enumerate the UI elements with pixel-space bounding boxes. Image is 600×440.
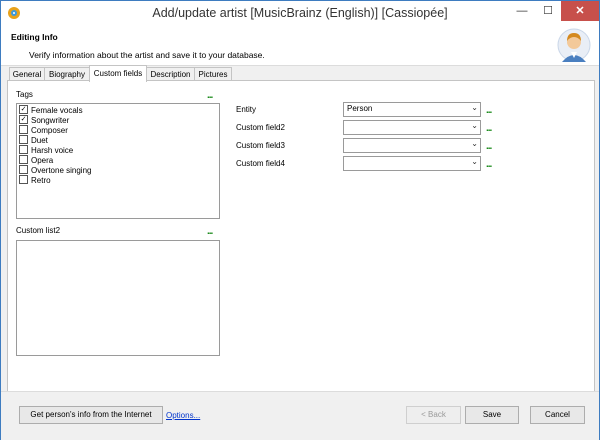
tag-label: Overtone singing bbox=[31, 166, 92, 175]
entity-value: Person bbox=[347, 104, 373, 113]
maximize-button[interactable]: ☐ bbox=[535, 1, 561, 21]
chevron-down-icon[interactable]: ⌄ bbox=[471, 121, 478, 130]
header-title: Editing Info bbox=[11, 32, 58, 42]
custom-field3-label: Custom field3 bbox=[236, 141, 285, 150]
tag-label: Female vocals bbox=[31, 106, 83, 115]
tag-checkbox[interactable] bbox=[19, 145, 28, 155]
tag-label: Songwriter bbox=[31, 116, 70, 125]
custom-field3-more-button[interactable]: ... bbox=[486, 142, 492, 152]
chevron-down-icon[interactable]: ⌄ bbox=[471, 103, 478, 112]
options-link[interactable]: Options... bbox=[166, 411, 200, 420]
tags-more-button[interactable]: ... bbox=[207, 91, 213, 101]
tag-label: Retro bbox=[31, 176, 51, 185]
tag-label: Opera bbox=[31, 156, 54, 165]
chevron-down-icon[interactable]: ⌄ bbox=[471, 157, 478, 166]
chevron-down-icon[interactable]: ⌄ bbox=[471, 139, 478, 148]
tab-custom-fields[interactable]: Custom fields bbox=[89, 65, 147, 82]
custom-field2-combobox[interactable]: ⌄ bbox=[343, 120, 481, 135]
info-header: Editing Info Verify information about th… bbox=[1, 25, 599, 66]
tab-pictures[interactable]: Pictures bbox=[194, 67, 232, 81]
custom-field2-more-button[interactable]: ... bbox=[486, 124, 492, 134]
tag-item[interactable]: Overtone singing bbox=[19, 165, 92, 176]
custom-field4-label: Custom field4 bbox=[236, 159, 285, 168]
tag-item[interactable]: ✓ Female vocals bbox=[19, 105, 83, 116]
title-bar[interactable]: Add/update artist [MusicBrainz (English)… bbox=[1, 1, 599, 25]
tag-checkbox[interactable]: ✓ bbox=[19, 115, 28, 125]
button-bar: Get person's info from the Internet Opti… bbox=[1, 391, 599, 440]
get-info-button[interactable]: Get person's info from the Internet bbox=[19, 406, 163, 424]
tag-item[interactable]: Retro bbox=[19, 175, 51, 186]
tab-general[interactable]: General bbox=[9, 67, 45, 81]
close-button[interactable]: ✕ bbox=[561, 1, 599, 21]
custom-list2-more-button[interactable]: ... bbox=[207, 227, 213, 237]
tag-checkbox[interactable] bbox=[19, 125, 28, 135]
tab-biography[interactable]: Biography bbox=[44, 67, 90, 81]
cancel-button[interactable]: Cancel bbox=[530, 406, 585, 424]
custom-field4-combobox[interactable]: ⌄ bbox=[343, 156, 481, 171]
entity-combobox[interactable]: Person ⌄ bbox=[343, 102, 481, 117]
tags-checklist[interactable]: ✓ Female vocals ✓ Songwriter Composer Duet… bbox=[16, 103, 220, 219]
minimize-button[interactable]: — bbox=[509, 1, 535, 21]
tab-description[interactable]: Description bbox=[146, 67, 195, 81]
tags-label: Tags bbox=[16, 90, 33, 99]
tag-checkbox[interactable] bbox=[19, 165, 28, 175]
custom-field2-label: Custom field2 bbox=[236, 123, 285, 132]
tag-checkbox[interactable] bbox=[19, 155, 28, 165]
tag-checkbox[interactable] bbox=[19, 135, 28, 145]
entity-label: Entity bbox=[236, 105, 257, 114]
header-description: Verify information about the artist and … bbox=[29, 50, 265, 60]
tag-checkbox[interactable]: ✓ bbox=[19, 105, 28, 115]
tag-label: Duet bbox=[31, 136, 48, 145]
dialog-window: Add/update artist [MusicBrainz (English)… bbox=[0, 0, 600, 440]
custom-list2-label: Custom list2 bbox=[16, 226, 61, 235]
tag-checkbox[interactable] bbox=[19, 175, 28, 185]
custom-list2-listbox[interactable] bbox=[16, 240, 220, 356]
back-button[interactable]: < Back bbox=[406, 406, 461, 424]
tag-label: Harsh voice bbox=[31, 146, 74, 155]
custom-field3-combobox[interactable]: ⌄ bbox=[343, 138, 481, 153]
custom-field4-more-button[interactable]: ... bbox=[486, 160, 492, 170]
person-avatar-icon bbox=[557, 28, 591, 62]
custom-fields-panel: Tags ... ✓ Female vocals ✓ Songwriter Comp… bbox=[7, 80, 595, 392]
entity-more-button[interactable]: ... bbox=[486, 106, 492, 116]
tag-label: Composer bbox=[31, 126, 68, 135]
save-button[interactable]: Save bbox=[465, 406, 519, 424]
